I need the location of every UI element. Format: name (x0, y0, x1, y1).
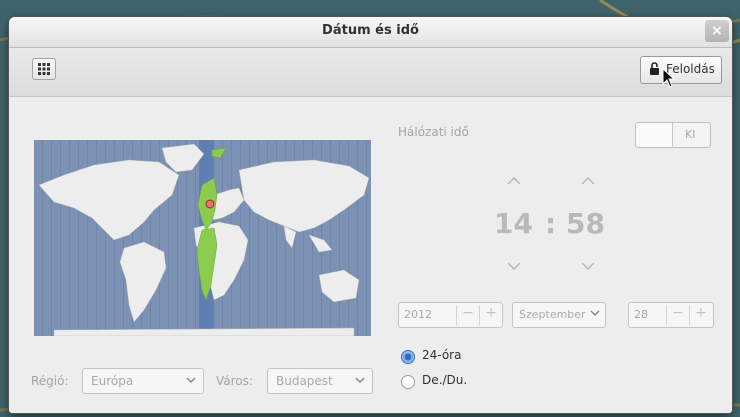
year-value: 2012 (404, 308, 432, 321)
network-time-label: Hálózati idő (398, 125, 469, 139)
chevron-down-icon (507, 262, 521, 270)
close-icon: × (711, 23, 723, 39)
region-dropdown[interactable]: Európa (82, 368, 204, 394)
month-value: Szeptember (519, 308, 586, 321)
city-label: Város: (216, 374, 253, 388)
titlebar: Dátum és idő × (9, 17, 732, 48)
unlock-button[interactable]: Feloldás (640, 56, 722, 84)
month-dropdown[interactable]: Szeptember (512, 302, 606, 328)
network-time-switch[interactable]: KI (635, 122, 711, 148)
city-marker-icon (205, 199, 215, 209)
day-increment-button[interactable]: + (689, 305, 712, 325)
grid-icon (38, 63, 50, 75)
radio-24h[interactable] (401, 350, 415, 364)
switch-knob (636, 123, 673, 147)
chevron-up-icon (581, 177, 595, 185)
switch-state-label: KI (685, 128, 696, 141)
year-spinner[interactable]: 2012 − + (398, 302, 503, 328)
city-input[interactable]: Budapest (267, 368, 373, 394)
chevron-down-icon (186, 377, 196, 384)
day-value: 28 (634, 308, 648, 321)
radio-24h-label[interactable]: 24-óra (422, 348, 461, 362)
year-decrement-button[interactable]: − (456, 305, 479, 325)
year-increment-button[interactable]: + (479, 305, 502, 325)
radio-ampm-label[interactable]: De./Du. (422, 373, 467, 387)
day-spinner[interactable]: 28 − + (628, 302, 714, 328)
toolbar: Feloldás (9, 48, 732, 97)
minute-down-button[interactable] (581, 262, 595, 270)
chevron-down-icon (355, 377, 365, 384)
radio-ampm[interactable] (401, 375, 415, 389)
clock-separator: : (545, 207, 557, 240)
minute-up-button[interactable] (581, 177, 595, 185)
clock-minute[interactable]: 58 (566, 207, 605, 240)
settings-overview-button[interactable] (32, 58, 56, 80)
chevron-up-icon (507, 177, 521, 185)
chevron-down-icon (581, 262, 595, 270)
region-value: Európa (91, 374, 134, 388)
city-value: Budapest (276, 374, 333, 388)
hour-up-button[interactable] (507, 177, 521, 185)
region-label: Régió: (31, 374, 69, 388)
lock-icon (650, 62, 659, 75)
world-map (34, 140, 371, 336)
date-time-window: Dátum és idő × Feloldás Hálózati idő KI … (9, 17, 732, 413)
day-decrement-button[interactable]: − (666, 305, 689, 325)
window-title: Dátum és idő (322, 23, 419, 38)
clock-hour[interactable]: 14 (494, 207, 533, 240)
close-button[interactable]: × (705, 20, 729, 42)
mouse-pointer-icon (662, 68, 676, 88)
hour-down-button[interactable] (507, 262, 521, 270)
timezone-map[interactable] (34, 140, 371, 336)
chevron-down-icon (590, 310, 600, 317)
